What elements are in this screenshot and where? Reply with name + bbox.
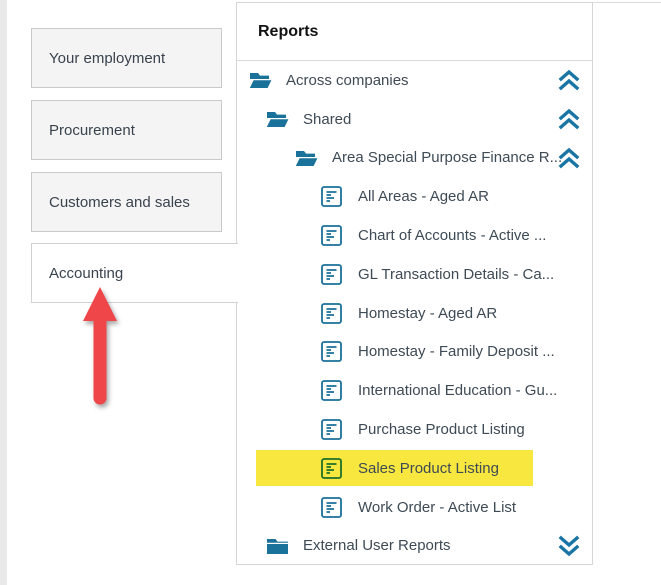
tree-item-purchase-product-listing[interactable]: Purchase Product Listing — [237, 410, 592, 449]
tree-item-label: International Education - Gu... — [358, 382, 558, 400]
tree-item-label: Purchase Product Listing — [358, 421, 525, 439]
closed-folder-icon — [266, 537, 289, 555]
collapse-chevron-icon[interactable] — [557, 147, 581, 169]
tree-item-shared[interactable]: Shared — [237, 100, 592, 139]
sidebar-item-accounting-active[interactable]: Accounting — [31, 243, 238, 303]
tree-item-gl-transaction-details[interactable]: GL Transaction Details - Ca... — [237, 255, 592, 294]
tree-item-label: Chart of Accounts - Active ... — [358, 227, 547, 245]
sidebar-item-label: Procurement — [49, 121, 135, 139]
open-folder-icon — [266, 110, 289, 128]
tree-item-external-user-reports[interactable]: External User Reports — [237, 527, 592, 566]
report-icon — [321, 341, 342, 363]
sidebar-item-label: Accounting — [49, 264, 124, 282]
open-folder-icon — [295, 149, 318, 167]
page-title: Reports — [237, 3, 592, 61]
tree-item-label: Shared — [303, 110, 352, 128]
tree-item-label: Work Order - Active List — [358, 498, 517, 516]
tree-item-all-areas-aged-ar[interactable]: All Areas - Aged AR — [237, 177, 592, 216]
report-icon — [321, 263, 342, 285]
report-icon — [321, 302, 342, 324]
sidebar-item-label: Your employment — [49, 49, 166, 67]
sidebar-item-customers-and-sales[interactable]: Customers and sales — [31, 172, 222, 232]
collapse-chevron-icon[interactable] — [557, 108, 581, 130]
tree-item-chart-of-accounts[interactable]: Chart of Accounts - Active ... — [237, 216, 592, 255]
sidebar-item-procurement[interactable]: Procurement — [31, 100, 222, 160]
report-icon — [321, 419, 342, 440]
tree-item-work-order-active-list[interactable]: Work Order - Active List — [237, 488, 592, 527]
tree-item-across-companies[interactable]: Across companies — [237, 61, 592, 100]
sidebar-item-label: Customers and sales — [49, 193, 190, 211]
sidebar-item-your-employment[interactable]: Your employment — [31, 28, 222, 88]
open-folder-icon — [249, 71, 272, 89]
report-icon — [321, 186, 342, 208]
tree-item-area-special-purpose[interactable]: Area Special Purpose Finance R... — [237, 139, 592, 178]
top-divider — [593, 2, 661, 3]
tree-item-label: Area Special Purpose Finance R... — [332, 149, 563, 167]
reports-tree: Across companies Shared Area Special Pur… — [237, 61, 592, 565]
report-icon — [321, 457, 342, 479]
tree-item-homestay-family-deposit[interactable]: Homestay - Family Deposit ... — [237, 333, 592, 372]
report-icon — [321, 225, 342, 246]
expand-chevron-icon[interactable] — [557, 535, 581, 557]
tree-item-sales-product-listing[interactable]: Sales Product Listing — [237, 449, 592, 488]
tree-item-label: GL Transaction Details - Ca... — [358, 265, 555, 283]
tree-item-international-education[interactable]: International Education - Gu... — [237, 371, 592, 410]
reports-panel: Reports Across companies Shared Area Spe… — [236, 2, 593, 565]
tree-item-label: Homestay - Aged AR — [358, 304, 498, 322]
annotation-arrow-icon — [83, 287, 117, 405]
report-icon — [321, 496, 342, 518]
report-icon — [321, 380, 342, 402]
collapse-chevron-icon[interactable] — [557, 69, 581, 91]
tree-item-label: Sales Product Listing — [358, 459, 499, 477]
tree-item-label: All Areas - Aged AR — [358, 188, 489, 206]
tree-item-label: Homestay - Family Deposit ... — [358, 343, 555, 361]
tree-item-label: Across companies — [286, 71, 409, 89]
tree-item-homestay-aged-ar[interactable]: Homestay - Aged AR — [237, 294, 592, 333]
tree-item-label: External User Reports — [303, 537, 451, 555]
left-edge-strip — [0, 0, 7, 585]
